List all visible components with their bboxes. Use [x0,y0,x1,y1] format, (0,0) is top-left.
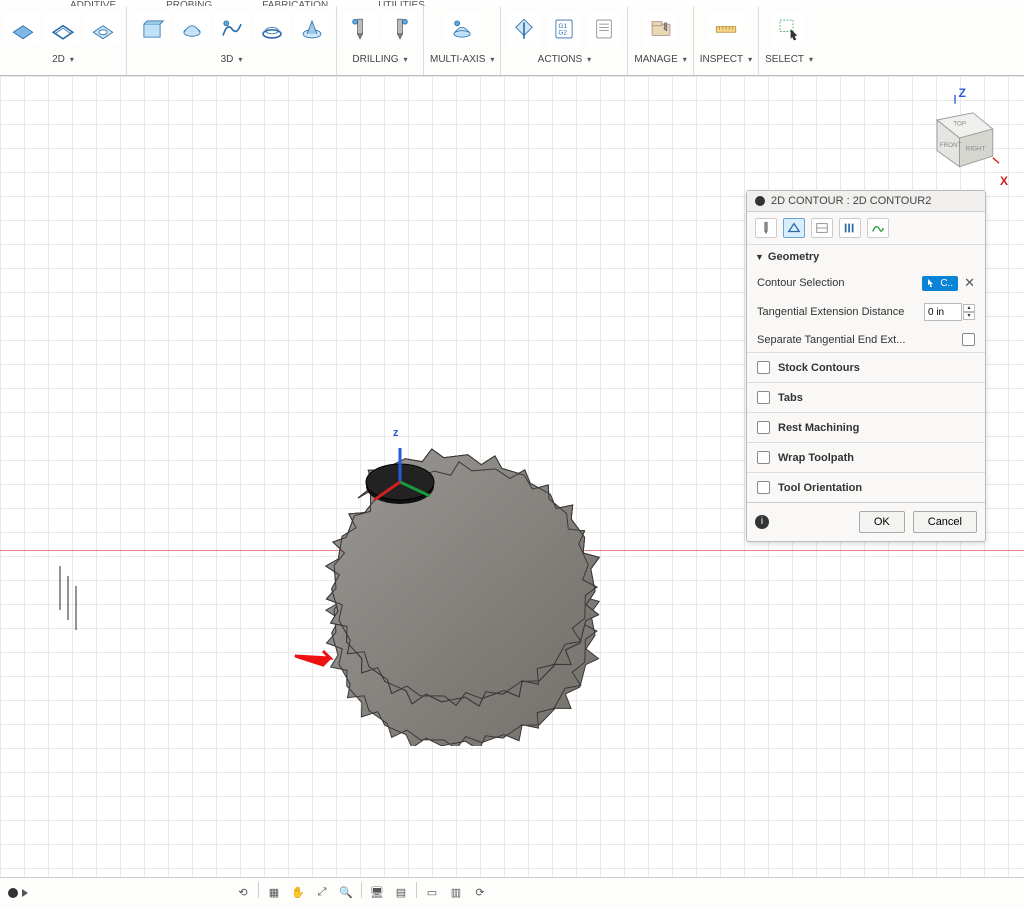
nav-toolbar: ⟲ ▦ ✋ ⤢ 🔍 🖥 ▤ ▭ ▥ ⟳ [232,882,491,904]
cancel-button[interactable]: Cancel [913,511,977,533]
ribbon-group-multiaxis: MULTI-AXIS [424,6,501,75]
clear-selection-button[interactable]: ✕ [964,275,975,291]
tool-drill-b[interactable] [383,12,417,46]
row-tool-orientation[interactable]: Tool Orientation [747,472,985,502]
ribbon-label-actions[interactable]: ACTIONS [538,50,591,67]
checkbox-separate-tangential[interactable] [962,333,975,346]
checkbox-rest-machining[interactable] [757,421,770,434]
dlg-tab-linking[interactable] [867,218,889,238]
ribbon-group-3d: 3D [127,6,337,75]
tool-3d-e[interactable] [295,12,329,46]
status-bar: ⟲ ▦ ✋ ⤢ 🔍 🖥 ▤ ▭ ▥ ⟳ [0,877,1024,907]
look-at-button[interactable]: ▦ [263,882,285,904]
checkbox-tool-orientation[interactable] [757,481,770,494]
dlg-tab-geometry[interactable] [783,218,805,238]
ribbon-group-actions: G1G2 ACTIONS [501,6,628,75]
tool-2d-pocket[interactable] [86,12,120,46]
pan-button[interactable]: ✋ [287,882,309,904]
tool-3d-c[interactable] [215,12,249,46]
dialog-footer: i OK Cancel [747,502,985,541]
row-contour-selection: Contour Selection C.. ✕ [747,269,985,297]
orbit-button[interactable]: ⟲ [232,882,254,904]
ribbon-group-select: SELECT [759,6,819,75]
dialog-2d-contour: 2D CONTOUR : 2D CONTOUR2 ▼ Geometry Cont… [746,190,986,542]
dialog-tab-row [747,212,985,245]
zoom-button[interactable]: ⤢ [311,882,333,904]
ribbon-toolbar: 2D 3D DRILLING MULTI-AXIS G1G2 ACTIONS [0,6,1024,76]
tool-setup-sheet[interactable] [587,12,621,46]
tool-3d-a[interactable] [135,12,169,46]
label-separate-tangential: Separate Tangential End Ext... [757,334,905,346]
timeline-toggle[interactable] [8,888,28,898]
dlg-tab-heights[interactable] [811,218,833,238]
dlg-tab-passes[interactable] [839,218,861,238]
ribbon-label-multiaxis[interactable]: MULTI-AXIS [430,50,494,67]
ribbon-label-manage[interactable]: MANAGE [634,50,686,67]
row-separate-tangential: Separate Tangential End Ext... [747,327,985,352]
bullet-icon [755,196,765,206]
viewcube[interactable]: Z X TOP FRONT RIGHT [910,88,1000,188]
tool-postprocess[interactable]: G1G2 [547,12,581,46]
ribbon-group-2d: 2D [0,6,127,75]
row-wrap-toolpath[interactable]: Wrap Toolpath [747,442,985,472]
tool-2d-face[interactable] [6,12,40,46]
grid-settings-button[interactable]: ▤ [390,882,412,904]
svg-text:RIGHT: RIGHT [966,146,986,153]
dlg-tab-tool[interactable] [755,218,777,238]
row-tangential-extension: Tangential Extension Distance ▴▾ [747,297,985,327]
dialog-title-bar[interactable]: 2D CONTOUR : 2D CONTOUR2 [747,191,985,212]
svg-text:FRONT: FRONT [940,142,962,149]
tool-generate[interactable] [507,12,541,46]
info-icon[interactable]: i [755,515,769,529]
row-rest-machining[interactable]: Rest Machining [747,412,985,442]
bullet-icon [8,888,18,898]
tool-tool-library[interactable] [644,12,678,46]
tool-multiaxis[interactable] [445,12,479,46]
checkbox-wrap-toolpath[interactable] [757,451,770,464]
refresh-button[interactable]: ⟳ [469,882,491,904]
svg-text:TOP: TOP [953,120,966,127]
checkbox-stock-contours[interactable] [757,361,770,374]
tool-measure[interactable] [709,12,743,46]
tool-3d-d[interactable] [255,12,289,46]
ribbon-label-2d[interactable]: 2D [52,50,74,67]
viewport-multi-button[interactable]: ▥ [445,882,467,904]
ribbon-group-drilling: DRILLING [337,6,424,75]
checkbox-tabs[interactable] [757,391,770,404]
ribbon-label-drilling[interactable]: DRILLING [352,50,407,67]
ribbon-label-inspect[interactable]: INSPECT [700,50,752,67]
ok-button[interactable]: OK [859,511,905,533]
chip-contour-select[interactable]: C.. [922,276,958,291]
viewport-single-button[interactable]: ▭ [421,882,443,904]
ribbon-label-3d[interactable]: 3D [221,50,243,67]
label-contour-selection: Contour Selection [757,277,844,289]
ribbon-group-inspect: INSPECT [694,6,759,75]
tool-select[interactable] [772,12,806,46]
row-tabs[interactable]: Tabs [747,382,985,412]
fit-button[interactable]: 🔍 [335,882,357,904]
label-tangential-extension: Tangential Extension Distance [757,306,904,318]
ribbon-label-select[interactable]: SELECT [765,50,813,67]
gear-model[interactable] [0,206,750,746]
input-tangential-extension[interactable] [924,303,962,321]
svg-text:G2: G2 [559,30,568,37]
spinner-tangential[interactable]: ▴▾ [963,304,975,320]
section-header-geometry[interactable]: ▼ Geometry [747,245,985,269]
tool-drill-a[interactable] [343,12,377,46]
axis-x-label: X [1000,174,1008,188]
display-settings-button[interactable]: 🖥 [366,882,388,904]
dialog-title: 2D CONTOUR : 2D CONTOUR2 [771,195,931,207]
tool-2d-contour[interactable] [46,12,80,46]
expand-icon [22,889,28,897]
ribbon-group-manage: MANAGE [628,6,693,75]
row-stock-contours[interactable]: Stock Contours [747,352,985,382]
tool-3d-b[interactable] [175,12,209,46]
axis-z-label: Z [959,86,966,100]
